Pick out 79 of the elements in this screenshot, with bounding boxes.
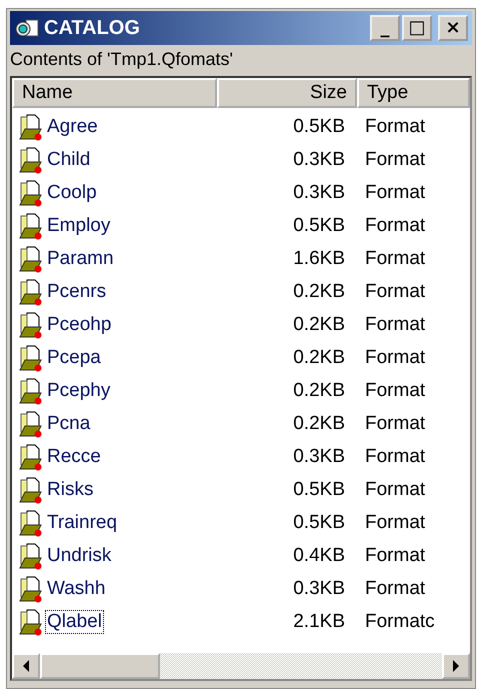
scroll-left-button[interactable] — [12, 653, 40, 679]
table-cell-text: 0.3KB — [292, 182, 346, 204]
left-arrow-icon — [22, 660, 30, 672]
file-name[interactable]: Paramn — [45, 246, 116, 270]
table-cell-text: 0.3KB — [292, 148, 346, 170]
format-file-icon — [18, 310, 44, 338]
table-cell-text: 0.5KB — [292, 214, 346, 236]
table-cell-text: Format — [364, 248, 426, 270]
file-name[interactable]: Coolp — [45, 180, 99, 204]
file-name[interactable]: Pceohp — [45, 312, 114, 336]
catalog-icon — [14, 17, 40, 39]
table-cell-text: 0.2KB — [292, 380, 346, 402]
file-name[interactable]: Risks — [45, 478, 96, 502]
format-file-icon — [18, 278, 44, 306]
close-button[interactable]: × — [438, 15, 468, 41]
maximize-button[interactable]: □ — [402, 15, 432, 41]
file-name[interactable]: Pcepa — [45, 346, 103, 370]
right-arrow-icon — [452, 660, 460, 672]
table-cell-text: 0.5KB — [292, 478, 346, 500]
table-cell-text: Format — [364, 280, 426, 302]
format-file-icon — [18, 410, 44, 438]
file-name[interactable]: Pcephy — [45, 378, 112, 402]
table-cell-text: 0.2KB — [292, 412, 346, 434]
column-header[interactable]: Name — [12, 78, 217, 108]
file-name[interactable]: Washh — [45, 576, 108, 600]
format-file-icon — [18, 476, 44, 504]
table-cell-text: Format — [364, 346, 426, 368]
file-name[interactable]: Recce — [45, 444, 103, 468]
table-cell-text: Format — [364, 446, 426, 468]
table-cell-text: 1.6KB — [292, 248, 346, 270]
format-file-icon — [18, 112, 44, 140]
file-name[interactable]: Child — [45, 148, 92, 172]
table-cell-text: 0.2KB — [292, 346, 346, 368]
format-file-icon — [18, 574, 44, 602]
file-name[interactable]: Employ — [45, 214, 112, 238]
file-name[interactable]: Undrisk — [45, 544, 114, 568]
table-cell-text: Format — [364, 512, 426, 534]
format-file-icon — [18, 344, 44, 372]
file-name[interactable]: Trainreq — [45, 510, 120, 534]
table-cell-text: 0.3KB — [292, 578, 346, 600]
table-cell-text: Format — [364, 314, 426, 336]
format-file-icon — [18, 376, 44, 404]
horizontal-scrollbar[interactable] — [12, 653, 470, 679]
format-file-icon — [18, 508, 44, 536]
table-cell-text: Format — [364, 478, 426, 500]
table-cell-text: Format — [364, 412, 426, 434]
scroll-thumb[interactable] — [40, 653, 160, 679]
table-cell-text: Format — [364, 116, 426, 138]
table-cell-text: 0.3KB — [292, 446, 346, 468]
table-cell-text: Format — [364, 148, 426, 170]
file-name[interactable]: Pcenrs — [45, 280, 108, 304]
file-name[interactable]: Agree — [45, 114, 100, 138]
scroll-right-button[interactable] — [442, 653, 470, 679]
format-file-icon — [18, 542, 44, 570]
format-file-icon — [18, 244, 44, 272]
table-cell-text: 0.2KB — [292, 280, 346, 302]
column-header[interactable]: Size — [217, 78, 357, 108]
table-cell-text: 0.2KB — [292, 314, 346, 336]
table-cell-text: 0.5KB — [292, 116, 346, 138]
column-header[interactable]: Type — [357, 78, 470, 108]
table-cell-text: Format — [364, 182, 426, 204]
catalog-path-label: Contents of 'Tmp1.Qfomats' — [10, 48, 234, 71]
table-cell-text: Format — [364, 380, 426, 402]
file-name[interactable]: Qlabel — [45, 610, 104, 634]
minimize-button[interactable]: _ — [370, 15, 400, 41]
table-cell-text: Format — [364, 214, 426, 236]
format-file-icon — [18, 442, 44, 470]
table-cell-text: 0.5KB — [292, 512, 346, 534]
format-file-icon — [18, 146, 44, 174]
format-file-icon — [18, 608, 44, 636]
table-cell-text: 0.4KB — [292, 544, 346, 566]
table-cell-text: Format — [364, 578, 426, 600]
window-title: CATALOG — [44, 16, 141, 40]
table-cell-text: 2.1KB — [292, 610, 346, 632]
format-file-icon — [18, 178, 44, 206]
table-cell-text: Formatc — [364, 610, 436, 632]
table-cell-text: Format — [364, 544, 426, 566]
file-name[interactable]: Pcna — [45, 412, 92, 436]
format-file-icon — [18, 212, 44, 240]
